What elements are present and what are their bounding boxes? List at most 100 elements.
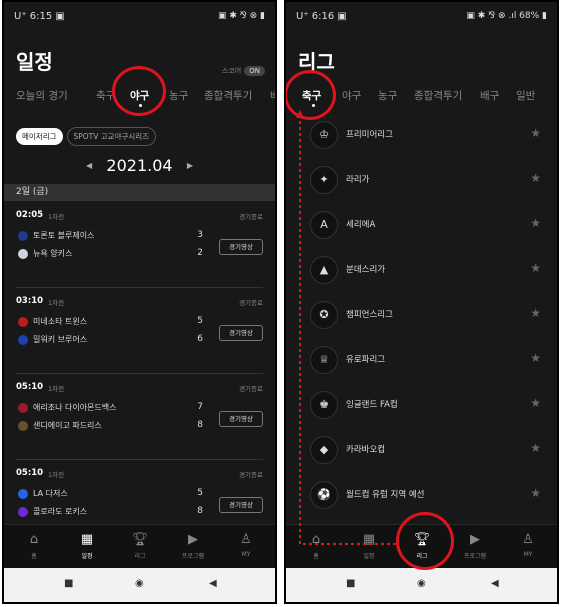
league-item[interactable]: ♔ 프리미어리그 ★ bbox=[286, 112, 557, 157]
league-logo-icon: ♕ bbox=[310, 346, 338, 374]
game-card[interactable]: 05:10 1차전 경기종료 애리조나 다이아몬드백스 7 샌디에이고 파드리스 8 경기영상 bbox=[4, 374, 275, 460]
recents-button[interactable]: ■ bbox=[64, 578, 73, 589]
status-bar: U⁺ 6:16 ▣ ▣ ✱ ⅋ ⊗ .ıl 68% ▮ bbox=[286, 2, 557, 30]
tab-basketball[interactable]: 농구 bbox=[378, 88, 397, 103]
nav-label: 홈 bbox=[313, 553, 319, 560]
score-toggle-label: 스코어 bbox=[221, 67, 242, 75]
nav-home[interactable]: ⌂ 홈 bbox=[8, 531, 60, 560]
league-item[interactable]: ♕ 유로파리그 ★ bbox=[286, 337, 557, 382]
nav-user[interactable]: ♙ MY bbox=[220, 531, 272, 558]
league-item[interactable]: ♚ 잉글랜드 FA컵 ★ bbox=[286, 382, 557, 427]
game-round: 1차전 bbox=[48, 299, 65, 307]
back-button[interactable]: ◀ bbox=[491, 578, 499, 589]
nav-user[interactable]: ♙ MY bbox=[502, 531, 554, 558]
game-card[interactable]: 02:05 1차전 경기종료 토론토 블루제이스 3 뉴욕 양키스 2 경기영상 bbox=[4, 202, 275, 288]
status-bar: U⁺ 6:15 ▣ ▣ ✱ ⅋ ⊗ ▮ bbox=[4, 2, 275, 30]
game-round: 1차전 bbox=[48, 471, 65, 479]
team-score: 5 bbox=[197, 488, 203, 498]
star-icon[interactable]: ★ bbox=[530, 396, 541, 410]
game-status: 경기종료 bbox=[239, 471, 263, 479]
star-icon[interactable]: ★ bbox=[530, 216, 541, 230]
league-logo-icon: ⚽ bbox=[310, 481, 338, 509]
caret-right-icon[interactable]: ▶ bbox=[187, 161, 193, 170]
date-header: 2일 (금) bbox=[4, 184, 275, 201]
star-icon[interactable]: ★ bbox=[530, 126, 541, 140]
team-logo-icon bbox=[18, 230, 28, 241]
tab-soccer[interactable]: 축구 bbox=[96, 88, 115, 103]
team-logo-icon bbox=[18, 334, 28, 345]
home-system-button[interactable]: ◉ bbox=[135, 578, 144, 589]
league-item[interactable]: ✦ 라리가 ★ bbox=[286, 157, 557, 202]
team-row: 미네소타 트윈스 bbox=[18, 316, 87, 327]
status-right: ▣ ✱ ⅋ ⊗ .ıl 68% ▮ bbox=[466, 11, 547, 21]
team-row: 뉴욕 양키스 bbox=[18, 248, 72, 259]
nav-trophy[interactable]: 🏆︎ 리그 bbox=[114, 531, 166, 560]
game-card[interactable]: 03:10 1차전 경기종료 미네소타 트윈스 5 밀워키 브루어스 6 경기영상 bbox=[4, 288, 275, 374]
star-icon[interactable]: ★ bbox=[530, 486, 541, 500]
team-row: 애리조나 다이아몬드백스 bbox=[18, 402, 117, 413]
highlight-video-button[interactable]: 경기영상 bbox=[219, 239, 263, 255]
home-icon: ⌂ bbox=[311, 532, 321, 547]
nav-label: 리그 bbox=[416, 553, 428, 560]
page-title: 일정 bbox=[16, 50, 53, 74]
play-icon: ▶ bbox=[188, 532, 198, 547]
month-selector: ◀ 2021.04 ▶ bbox=[4, 152, 275, 182]
league-name: 카라바오컵 bbox=[346, 445, 386, 455]
home-system-button[interactable]: ◉ bbox=[417, 578, 426, 589]
nav-play[interactable]: ▶ 프로그램 bbox=[167, 531, 219, 560]
month-label: 2021.04 bbox=[106, 156, 173, 175]
star-icon[interactable]: ★ bbox=[530, 171, 541, 185]
team-name: 밀워키 브루어스 bbox=[33, 335, 88, 344]
league-filter-chips: 메이저리그 SPOTV 고교야구시리즈 bbox=[16, 124, 160, 146]
chip-highschool[interactable]: SPOTV 고교야구시리즈 bbox=[66, 127, 157, 146]
tab-mma[interactable]: 종합격투기 bbox=[204, 88, 252, 103]
highlight-video-button[interactable]: 경기영상 bbox=[219, 497, 263, 513]
nav-calendar[interactable]: ▦ 일정 bbox=[61, 531, 113, 560]
team-row: 밀워키 브루어스 bbox=[18, 334, 87, 345]
phone-schedule-screen: U⁺ 6:15 ▣ ▣ ✱ ⅋ ⊗ ▮ 일정 스코어 ON 오늘의 경기 축구 야… bbox=[2, 0, 277, 604]
nav-label: 리그 bbox=[134, 553, 146, 560]
tab-basketball[interactable]: 농구 bbox=[169, 88, 188, 103]
tab-volleyball[interactable]: 배 bbox=[270, 88, 275, 103]
tab-today[interactable]: 오늘의 경기 bbox=[16, 88, 68, 103]
league-logo-icon: ▲ bbox=[310, 256, 338, 284]
nav-play[interactable]: ▶ 프로그램 bbox=[449, 531, 501, 560]
league-item[interactable]: A 세리에A ★ bbox=[286, 202, 557, 247]
game-time: 05:10 bbox=[16, 468, 44, 478]
tab-baseball[interactable]: 야구 bbox=[342, 88, 361, 103]
team-logo-icon bbox=[18, 420, 28, 431]
recents-button[interactable]: ■ bbox=[346, 578, 355, 589]
star-icon[interactable]: ★ bbox=[530, 261, 541, 275]
league-item[interactable]: ⚽ 월드컵 유럽 지역 예선 ★ bbox=[286, 472, 557, 517]
trophy-icon: 🏆︎ bbox=[413, 532, 431, 547]
nav-trophy[interactable]: 🏆︎ 리그 bbox=[396, 531, 448, 560]
team-logo-icon bbox=[18, 402, 28, 413]
league-item[interactable]: ◆ 카라바오컵 ★ bbox=[286, 427, 557, 472]
tab-soccer[interactable]: 축구 bbox=[302, 88, 321, 103]
highlight-video-button[interactable]: 경기영상 bbox=[219, 411, 263, 427]
tab-general[interactable]: 일반 bbox=[516, 88, 535, 103]
league-item[interactable]: ✪ 챔피언스리그 ★ bbox=[286, 292, 557, 337]
score-toggle-value: ON bbox=[244, 66, 265, 76]
star-icon[interactable]: ★ bbox=[530, 306, 541, 320]
league-logo-icon: ✦ bbox=[310, 166, 338, 194]
tab-mma[interactable]: 종합격투기 bbox=[414, 88, 462, 103]
page-title: 리그 bbox=[298, 50, 335, 74]
back-button[interactable]: ◀ bbox=[209, 578, 217, 589]
team-score: 3 bbox=[197, 230, 203, 240]
team-score: 6 bbox=[197, 334, 203, 344]
tab-baseball[interactable]: 야구 bbox=[130, 88, 149, 103]
nav-home[interactable]: ⌂ 홈 bbox=[290, 531, 342, 560]
home-icon: ⌂ bbox=[29, 532, 39, 547]
score-toggle[interactable]: 스코어 ON bbox=[222, 66, 265, 76]
star-icon[interactable]: ★ bbox=[530, 441, 541, 455]
league-logo-icon: ◆ bbox=[310, 436, 338, 464]
league-item[interactable]: ▲ 분데스리가 ★ bbox=[286, 247, 557, 292]
highlight-video-button[interactable]: 경기영상 bbox=[219, 325, 263, 341]
nav-calendar[interactable]: ▦ 일정 bbox=[343, 531, 395, 560]
sport-tabs: 축구 야구 농구 종합격투기 배구 일반 bbox=[286, 86, 557, 108]
star-icon[interactable]: ★ bbox=[530, 351, 541, 365]
team-row: LA 다저스 bbox=[18, 488, 68, 499]
chip-mlb[interactable]: 메이저리그 bbox=[16, 128, 63, 145]
tab-volleyball[interactable]: 배구 bbox=[480, 88, 499, 103]
